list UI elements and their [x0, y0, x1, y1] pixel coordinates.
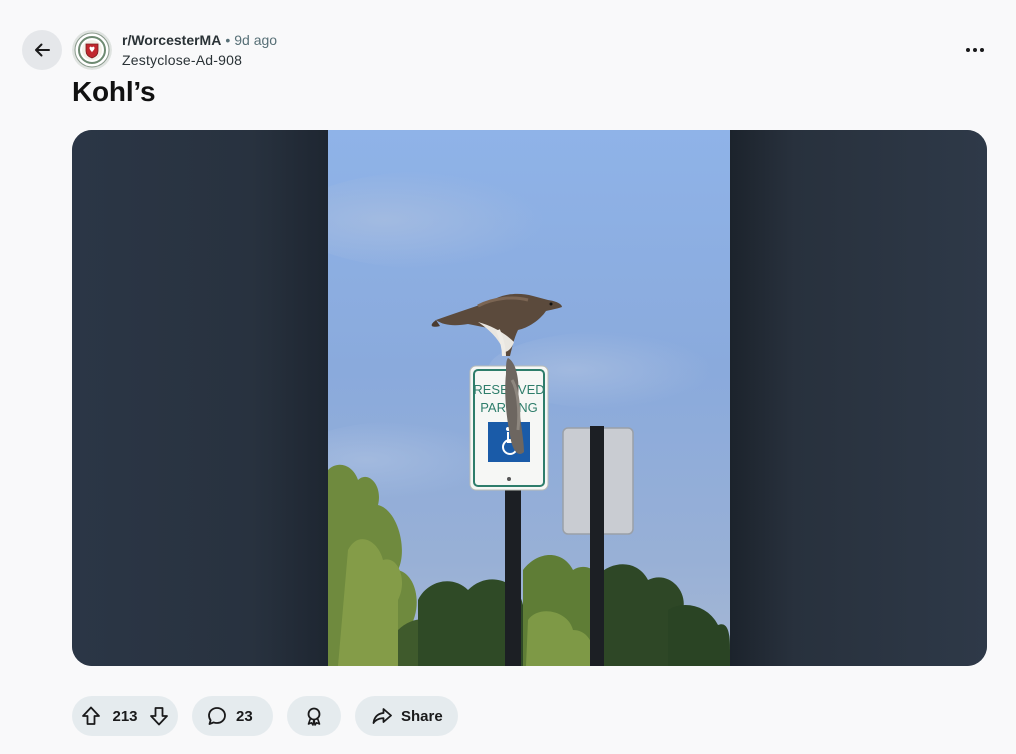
author-link[interactable]: Zestyclose-Ad-908	[122, 52, 277, 68]
upvote-count: 213	[112, 707, 138, 725]
award-icon	[303, 705, 325, 727]
award-button[interactable]	[287, 696, 341, 736]
comment-bubble-icon	[206, 705, 228, 727]
post-meta: r/WorcesterMA • 9d ago Zestyclose-Ad-908	[122, 32, 277, 68]
upvote-arrow-icon[interactable]	[80, 705, 102, 727]
post-age: 9d ago	[234, 32, 278, 48]
post-title: Kohl’s	[72, 76, 156, 107]
subreddit-avatar[interactable]	[72, 30, 112, 70]
vote-control: 213	[72, 696, 178, 736]
downvote-arrow-icon[interactable]	[148, 705, 170, 727]
subreddit-link[interactable]: r/WorcesterMA	[122, 32, 221, 48]
meta-separator: •	[225, 32, 231, 48]
share-label: Share	[401, 707, 443, 725]
share-arrow-icon	[371, 705, 393, 727]
comments-button[interactable]: 23	[192, 696, 273, 736]
media-blur-left	[72, 130, 328, 666]
hawk-photo: RESERVED PARKING	[328, 130, 730, 666]
ellipsis-icon	[965, 47, 985, 53]
back-button[interactable]	[22, 30, 62, 70]
media-blur-right	[730, 130, 987, 666]
comment-count: 23	[236, 707, 253, 725]
post-actions: 213 23 Share	[72, 696, 458, 736]
share-button[interactable]: Share	[355, 696, 458, 736]
post-media[interactable]: RESERVED PARKING	[72, 130, 987, 666]
more-options-button[interactable]	[955, 32, 995, 68]
sign-pole	[505, 488, 521, 666]
arrow-left-icon	[32, 40, 52, 60]
